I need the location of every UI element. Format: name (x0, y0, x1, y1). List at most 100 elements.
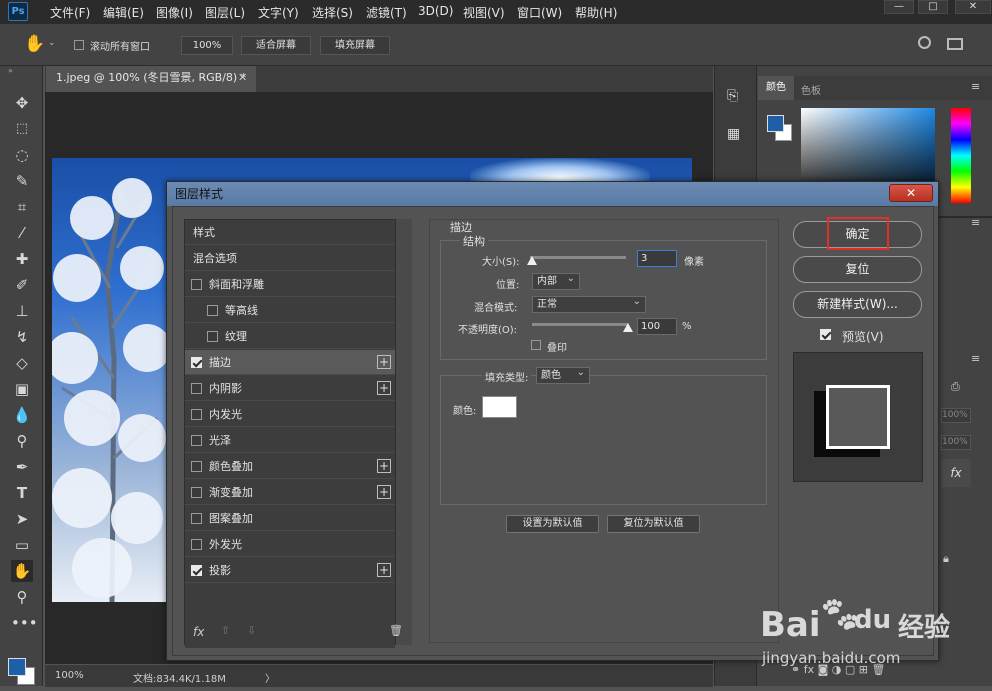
add-style-icon[interactable]: + (377, 355, 391, 369)
tab-color[interactable]: 颜色 (758, 76, 794, 100)
collapse-toolbar-icon[interactable]: » (8, 66, 13, 75)
close-tab-icon[interactable]: ✕ (238, 66, 247, 90)
close-window-button[interactable]: ✕ (955, 0, 991, 14)
style-checkbox[interactable] (191, 513, 202, 524)
dodge-tool-icon[interactable]: ⚲ (11, 430, 33, 452)
eyedropper-tool-icon[interactable]: ⁄ (11, 222, 33, 244)
opacity-input[interactable]: 100 (637, 318, 677, 335)
stroke-color-swatch[interactable] (482, 396, 517, 418)
lock-icon[interactable]: 🔒︎ (943, 552, 949, 566)
style-row[interactable]: 颜色叠加 + (185, 454, 395, 479)
position-select[interactable]: 内部 (532, 271, 580, 290)
style-list-scrollbar[interactable] (396, 219, 412, 645)
fx-menu-icon[interactable]: fx (193, 625, 204, 639)
style-row[interactable]: 斜面和浮雕 (185, 272, 395, 297)
document-tab[interactable]: 1.jpeg @ 100% (冬日雪景, RGB/8) * ✕ (46, 66, 256, 92)
style-row[interactable]: 投影 + (185, 558, 395, 583)
style-row[interactable]: 样式 (185, 220, 395, 245)
style-checkbox[interactable] (191, 357, 202, 368)
history-panel-icon[interactable]: ⎘ (727, 88, 738, 104)
move-down-icon[interactable]: ⇩ (247, 624, 256, 637)
dialog-close-button[interactable]: ✕ (889, 184, 933, 202)
panel-menu-icon-3[interactable]: ≡ (971, 352, 980, 365)
menu-item-1[interactable]: 编辑(E) (103, 4, 144, 21)
crop-tool-icon[interactable]: ⌗ (11, 196, 33, 218)
search-icon[interactable] (918, 36, 931, 49)
fill-screen-button[interactable]: 填充屏幕 (320, 36, 390, 55)
style-row[interactable]: 外发光 (185, 532, 395, 557)
preview-checkbox[interactable] (820, 329, 831, 340)
set-default-button[interactable]: 设置为默认值 (506, 515, 599, 533)
add-style-icon[interactable]: + (377, 381, 391, 395)
style-checkbox[interactable] (191, 435, 202, 446)
reset-button[interactable]: 复位 (793, 256, 922, 283)
blend-mode-select[interactable]: 正常 (532, 294, 646, 313)
more-tools-icon[interactable]: ••• (11, 612, 38, 634)
scroll-all-windows-checkbox[interactable] (74, 40, 84, 50)
minimize-button[interactable]: — (884, 0, 914, 14)
menu-item-9[interactable]: 窗口(W) (517, 4, 562, 21)
type-tool-icon[interactable]: T (11, 482, 33, 504)
style-checkbox[interactable] (191, 487, 202, 498)
foreground-color-swatch[interactable] (8, 658, 26, 676)
style-row[interactable]: 内阴影 + (185, 376, 395, 401)
status-zoom[interactable]: 100% (55, 670, 84, 681)
style-row[interactable]: 纹理 (185, 324, 395, 349)
lasso-tool-icon[interactable]: ◌ (11, 144, 33, 166)
style-row[interactable]: 图案叠加 (185, 506, 395, 531)
history-brush-icon[interactable]: ↯ (11, 326, 33, 348)
add-style-icon[interactable]: + (377, 459, 391, 473)
new-style-button[interactable]: 新建样式(W)... (793, 291, 922, 318)
size-slider-thumb[interactable] (526, 256, 537, 265)
panel-foreground-swatch[interactable] (767, 115, 784, 132)
panel-menu-icon[interactable]: ≡ (971, 80, 980, 93)
panel-menu-icon-2[interactable]: ≡ (971, 216, 980, 229)
marquee-tool-icon[interactable]: ⬚ (11, 118, 33, 140)
new-layer-icon[interactable]: ⎙ (951, 380, 960, 394)
size-input[interactable]: 3 (637, 250, 677, 267)
workspace-icon[interactable] (947, 38, 963, 50)
3d-panel-icon[interactable]: ▦ (727, 126, 740, 142)
gradient-tool-icon[interactable]: ▣ (11, 378, 33, 400)
clone-stamp-icon[interactable]: ⊥ (11, 300, 33, 322)
move-tool-icon[interactable]: ✥ (11, 92, 33, 114)
style-row[interactable]: 渐变叠加 + (185, 480, 395, 505)
style-row[interactable]: 描边 + (185, 350, 395, 375)
layer-fx-badge[interactable]: fx (941, 459, 971, 487)
style-checkbox[interactable] (191, 383, 202, 394)
overprint-checkbox[interactable] (531, 340, 541, 350)
fill-type-select[interactable]: 颜色 (536, 365, 590, 384)
style-row[interactable]: 混合选项 (185, 246, 395, 271)
menu-item-2[interactable]: 图像(I) (156, 4, 193, 21)
opacity-field[interactable]: 100% (941, 408, 971, 423)
hue-slider[interactable] (951, 108, 971, 203)
maximize-button[interactable]: □ (918, 0, 948, 14)
style-checkbox[interactable] (207, 331, 218, 342)
menu-item-3[interactable]: 图层(L) (205, 4, 245, 21)
reset-default-button[interactable]: 复位为默认值 (607, 515, 700, 533)
style-row[interactable]: 光泽 (185, 428, 395, 453)
status-menu-arrow[interactable]: 〉 (265, 670, 275, 685)
menu-item-0[interactable]: 文件(F) (50, 4, 90, 21)
menu-item-5[interactable]: 选择(S) (312, 4, 353, 21)
eraser-tool-icon[interactable]: ◇ (11, 352, 33, 374)
style-checkbox[interactable] (191, 539, 202, 550)
blur-tool-icon[interactable]: 💧 (11, 404, 33, 426)
brush-tool-icon[interactable]: ✐ (11, 274, 33, 296)
zoom-100-button[interactable]: 100% (181, 36, 233, 55)
zoom-tool-icon[interactable]: ⚲ (11, 586, 33, 608)
fill-field[interactable]: 100% (941, 435, 971, 450)
tab-swatches[interactable]: 色板 (801, 82, 821, 97)
healing-brush-icon[interactable]: ✚ (11, 248, 33, 270)
tool-preset-chevron-icon[interactable]: ⌄ (48, 38, 56, 48)
style-checkbox[interactable] (191, 409, 202, 420)
hand-tool-active-icon[interactable]: ✋ (11, 560, 33, 582)
hand-tool-icon[interactable]: ✋ (24, 34, 45, 54)
quick-select-tool-icon[interactable]: ✎ (11, 170, 33, 192)
fit-screen-button[interactable]: 适合屏幕 (241, 36, 311, 55)
pen-tool-icon[interactable]: ✒ (11, 456, 33, 478)
rectangle-tool-icon[interactable]: ▭ (11, 534, 33, 556)
path-select-icon[interactable]: ➤ (11, 508, 33, 530)
menu-item-6[interactable]: 滤镜(T) (366, 4, 407, 21)
size-slider[interactable] (530, 256, 626, 259)
